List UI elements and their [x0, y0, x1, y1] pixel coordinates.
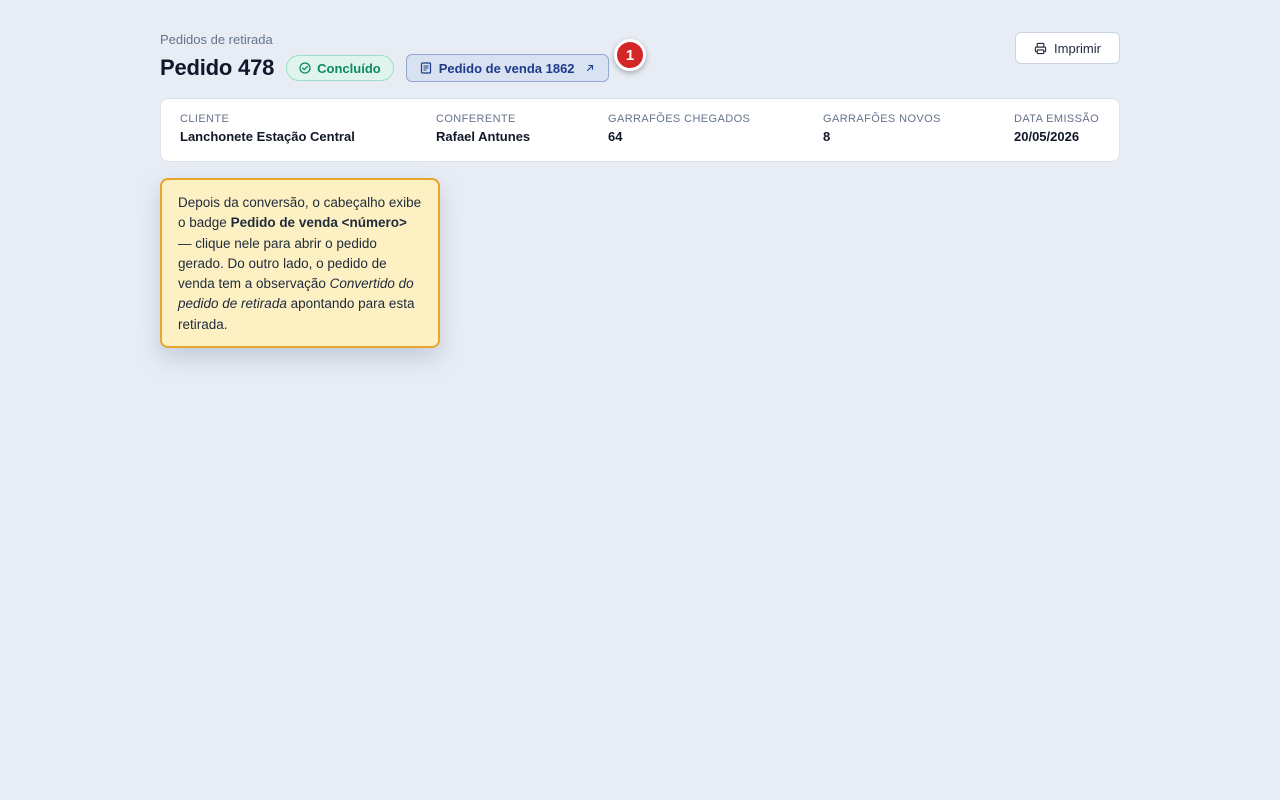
info-label: Garrafões chegados: [608, 113, 751, 125]
info-issue-date: Data emissão 20/05/2026: [1014, 113, 1099, 144]
sales-order-badge[interactable]: Pedido de venda 1862: [405, 54, 609, 82]
external-link-icon: [586, 64, 593, 72]
info-checker: Conferente Rafael Antunes: [436, 113, 530, 144]
info-value: 8: [823, 129, 831, 144]
status-badge: Concluído: [286, 55, 394, 81]
info-label: Conferente: [436, 113, 516, 125]
info-value: 64: [608, 129, 623, 144]
info-value: 20/05/2026: [1014, 129, 1080, 144]
info-value: Rafael Antunes: [436, 129, 531, 144]
step-marker: 1: [614, 39, 646, 71]
page: Pedidos de retirada Pedido 478 Concluído…: [0, 0, 1280, 800]
print-button-label: Imprimir: [1054, 40, 1101, 56]
title-row: Pedido 478 Concluído Pedido de venda 186…: [160, 53, 609, 83]
info-jugs-arrived: Garrafões chegados 64: [608, 113, 750, 144]
tooltip-bold-text: Pedido de venda <número>: [230, 215, 407, 231]
check-circle-icon: [299, 62, 311, 74]
help-tooltip: Depois da conversão, o cabeçalho exibe o…: [160, 178, 440, 348]
print-button[interactable]: Imprimir: [1015, 32, 1120, 64]
info-value: Lanchonete Estação Central: [180, 129, 355, 144]
status-badge-label: Concluído: [317, 60, 381, 76]
info-client: Cliente Lanchonete Estação Central: [180, 113, 355, 144]
breadcrumb[interactable]: Pedidos de retirada: [160, 32, 273, 47]
info-label: Garrafões novos: [823, 113, 941, 125]
document-icon: [420, 62, 431, 74]
printer-icon: [1034, 42, 1047, 54]
page-title: Pedido 478: [160, 55, 275, 80]
sales-order-badge-label: Pedido de venda 1862: [438, 60, 575, 76]
order-info-card: Cliente Lanchonete Estação Central Confe…: [160, 98, 1120, 162]
info-new-jugs: Garrafões novos 8: [823, 113, 941, 144]
info-label: Cliente: [180, 113, 230, 125]
info-label: Data emissão: [1014, 113, 1100, 125]
